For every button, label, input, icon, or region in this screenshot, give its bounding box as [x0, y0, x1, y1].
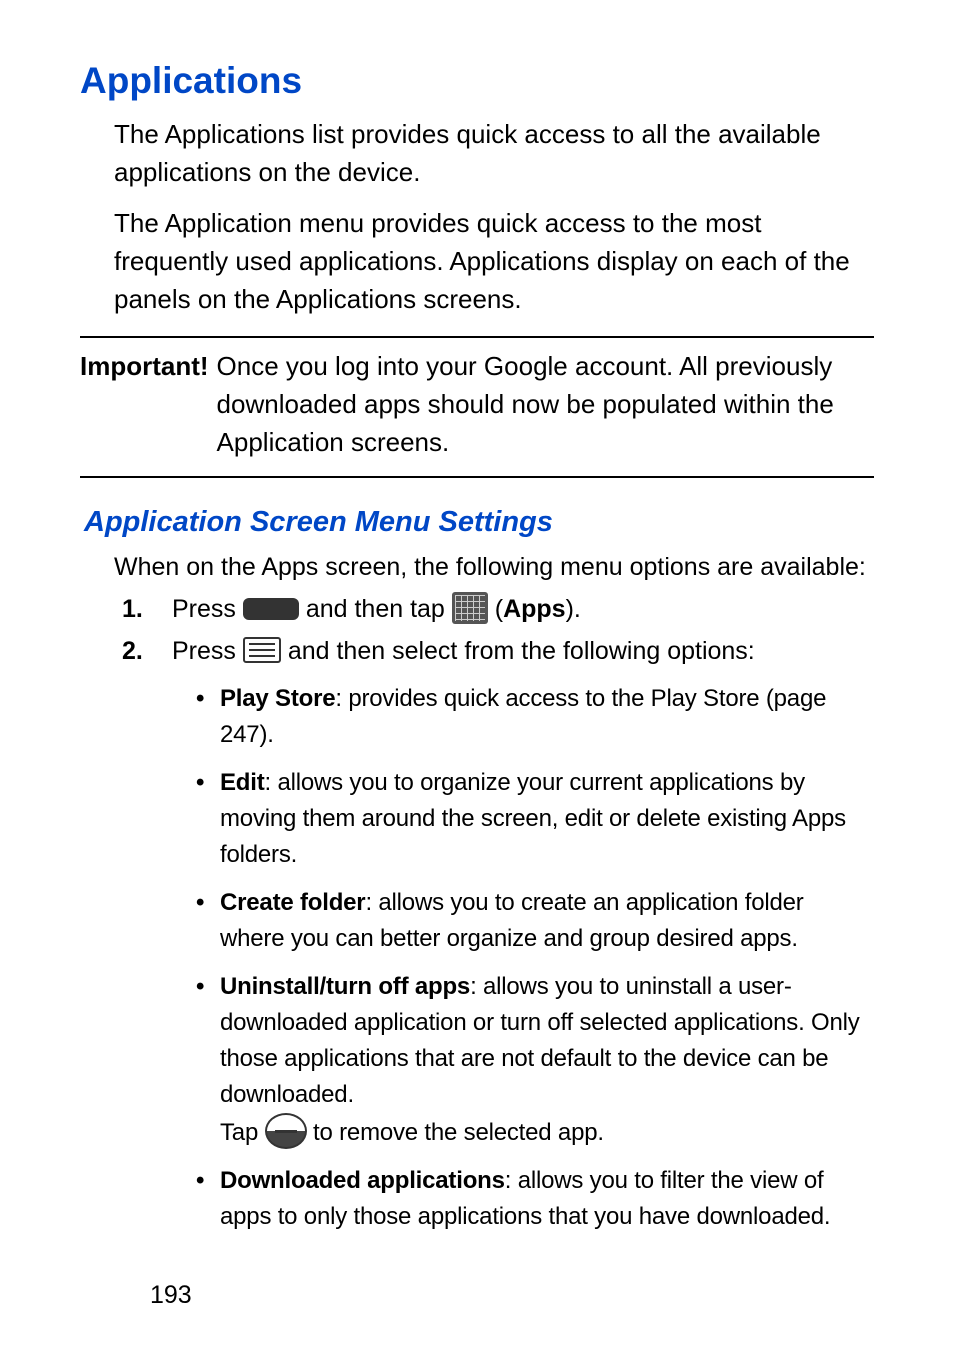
- option-play-store-label: Play Store: [220, 685, 335, 712]
- step1-text3: (: [495, 595, 503, 623]
- option-downloaded: Downloaded applications: allows you to f…: [196, 1163, 874, 1235]
- step-1: Press and then tap (Apps).: [122, 591, 874, 627]
- option-create-folder-label: Create folder: [220, 889, 365, 916]
- steps-list: Press and then tap (Apps). Press and the…: [122, 591, 874, 1236]
- page: Applications The Applications list provi…: [0, 0, 954, 1350]
- step1-text1: Press: [172, 595, 243, 623]
- page-title: Applications: [80, 60, 874, 102]
- option-uninstall-label: Uninstall/turn off apps: [220, 973, 470, 1000]
- lead-paragraph: When on the Apps screen, the following m…: [114, 549, 874, 585]
- callout-label: Important!: [80, 348, 209, 386]
- option-uninstall-tap-prefix: Tap: [220, 1119, 265, 1146]
- step2-text2: and then select from the following optio…: [288, 637, 755, 665]
- callout-body: Once you log into your Google account. A…: [217, 348, 874, 461]
- option-uninstall: Uninstall/turn off apps: allows you to u…: [196, 969, 874, 1151]
- step2-text1: Press: [172, 637, 243, 665]
- remove-app-icon: [265, 1113, 307, 1149]
- home-key-icon: [243, 598, 299, 620]
- apps-grid-icon: [452, 592, 488, 624]
- step1-apps-bold: Apps: [503, 595, 566, 623]
- intro-paragraph-1: The Applications list provides quick acc…: [114, 116, 874, 191]
- intro-paragraph-2: The Application menu provides quick acce…: [114, 205, 874, 318]
- option-create-folder: Create folder: allows you to create an a…: [196, 885, 874, 957]
- menu-key-icon: [243, 637, 281, 663]
- step1-text2: and then tap: [306, 595, 452, 623]
- subheading: Application Screen Menu Settings: [84, 506, 874, 539]
- option-uninstall-tap-suffix: to remove the selected app.: [313, 1119, 604, 1146]
- important-callout: Important! Once you log into your Google…: [80, 336, 874, 477]
- step1-text4: ).: [566, 595, 581, 623]
- option-edit-label: Edit: [220, 769, 265, 796]
- option-edit-desc: : allows you to organize your current ap…: [220, 769, 846, 868]
- option-edit: Edit: allows you to organize your curren…: [196, 765, 874, 873]
- page-number: 193: [150, 1281, 874, 1310]
- option-play-store: Play Store: provides quick access to the…: [196, 681, 874, 753]
- options-list: Play Store: provides quick access to the…: [196, 681, 874, 1235]
- step-2: Press and then select from the following…: [122, 633, 874, 1235]
- option-downloaded-label: Downloaded applications: [220, 1167, 505, 1194]
